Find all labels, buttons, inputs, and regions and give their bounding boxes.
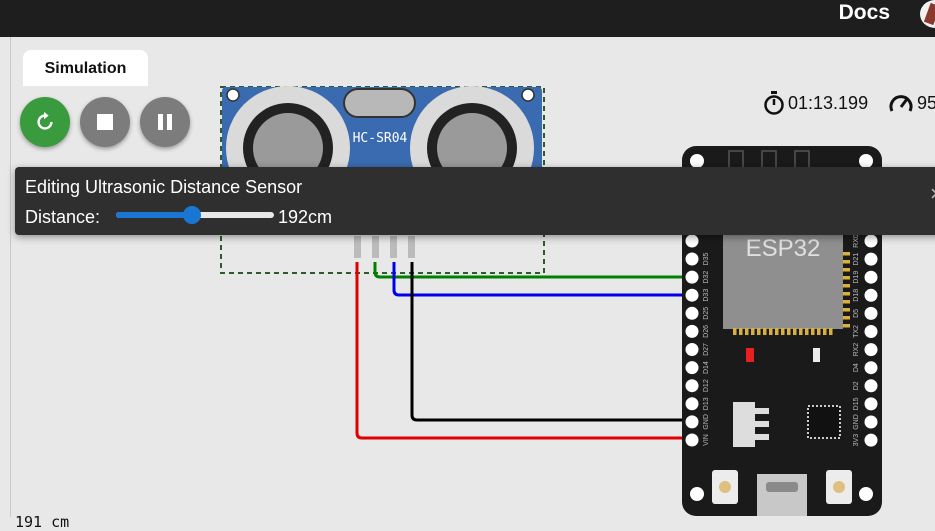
chip-pad — [843, 316, 850, 320]
speedometer-icon — [889, 95, 913, 112]
chip-pad — [823, 328, 827, 335]
board-pin[interactable] — [685, 252, 699, 266]
pin-label: D26 — [703, 325, 710, 338]
pin-label: D19 — [853, 271, 860, 284]
pin-label: D25 — [703, 307, 710, 320]
pin-label: D12 — [703, 379, 710, 392]
board-pin[interactable] — [864, 397, 878, 411]
chip-pad — [843, 324, 850, 328]
simulation-timer: 01:13.199 — [763, 90, 868, 116]
pin-label: D32 — [703, 271, 710, 284]
board-pin[interactable] — [864, 433, 878, 447]
chip-pad — [793, 328, 797, 335]
esp32-label: ESP32 — [746, 235, 821, 262]
pin-label: D14 — [703, 361, 710, 374]
pin-label: TX2 — [853, 325, 860, 338]
board-pin[interactable] — [864, 343, 878, 357]
chip-pad — [843, 260, 850, 264]
board-pin[interactable] — [685, 234, 699, 248]
board-pin[interactable] — [685, 306, 699, 320]
board-pin[interactable] — [864, 252, 878, 266]
board-pin[interactable] — [685, 270, 699, 284]
board-pin[interactable] — [864, 415, 878, 429]
chip-pad — [775, 328, 779, 335]
pin-label: GND — [853, 414, 860, 430]
board-pin[interactable] — [864, 361, 878, 375]
pause-icon — [158, 114, 172, 130]
board-pin[interactable] — [864, 379, 878, 393]
distance-label: Distance: — [25, 207, 101, 227]
wires — [355, 262, 692, 440]
distance-slider-fill — [116, 212, 192, 218]
sensor-model-label: HC-SR04 — [353, 131, 408, 146]
sensor-edit-popup: Editing Ultrasonic Distance Sensor Dista… — [15, 167, 935, 235]
simulation-canvas: HC-SR04 ESP32 D35 D32 D33 D25 D26 D27 D14 D12 D1… — [220, 86, 882, 516]
board-pin[interactable] — [864, 270, 878, 284]
board-pin[interactable] — [864, 288, 878, 302]
chip-pad — [843, 300, 850, 304]
board-pin[interactable] — [685, 379, 699, 393]
pin-label: 3V3 — [853, 434, 860, 447]
chip-pad — [843, 292, 850, 296]
board-pin[interactable] — [685, 288, 699, 302]
chip-pad — [843, 252, 850, 256]
pause-button[interactable] — [140, 97, 190, 147]
pin-label: D4 — [853, 363, 860, 372]
chip-pad — [843, 308, 850, 312]
board-pin[interactable] — [685, 343, 699, 356]
board-pin[interactable] — [685, 361, 699, 375]
chip-pad — [763, 328, 767, 335]
pin-label: D33 — [703, 289, 710, 302]
stop-icon — [97, 114, 113, 130]
pin-label: D18 — [853, 289, 860, 302]
elapsed-time: 01:13.199 — [788, 92, 869, 113]
chip-pad — [787, 328, 791, 335]
chip-pad — [843, 284, 850, 288]
serial-monitor-output: 191 cm — [15, 513, 70, 531]
simulation-speed: 95 — [888, 90, 935, 116]
pin-label: D2 — [853, 381, 860, 390]
chip-pad — [811, 328, 815, 335]
board-pin[interactable] — [685, 397, 699, 411]
pin-label: D21 — [853, 253, 860, 266]
chip-pad — [739, 328, 743, 335]
pin-label: D5 — [853, 309, 860, 318]
pin-label: VIN — [703, 434, 710, 446]
chip-pad — [843, 276, 850, 280]
chip-pad — [745, 328, 749, 335]
chip-pad — [781, 328, 785, 335]
chip-pad — [843, 268, 850, 272]
pin-label: RX0 — [853, 234, 860, 248]
pin-label: D27 — [703, 343, 710, 356]
chip-pad — [751, 328, 755, 335]
chip-pad — [733, 328, 737, 335]
close-icon[interactable]: × — [930, 181, 935, 207]
pin-label: D13 — [703, 397, 710, 410]
distance-slider-thumb[interactable] — [182, 206, 201, 224]
speed-value: 95 — [917, 92, 935, 113]
chip-pad — [829, 328, 833, 335]
popup-title: Editing Ultrasonic Distance Sensor — [25, 177, 303, 197]
board-pin[interactable] — [864, 306, 878, 320]
chip-pad — [799, 328, 803, 335]
chip-pad — [769, 328, 773, 335]
restart-icon — [37, 111, 53, 130]
stopwatch-icon — [764, 91, 784, 115]
restart-button[interactable] — [20, 97, 70, 147]
pin-label: GND — [703, 414, 710, 430]
chip-pad — [805, 328, 809, 335]
chip-pad — [757, 328, 761, 335]
stop-button[interactable] — [80, 97, 130, 147]
distance-value: 192cm — [278, 207, 333, 227]
board-pin[interactable] — [685, 324, 699, 338]
pin-label: RX2 — [853, 343, 860, 357]
chip-pad — [817, 328, 821, 335]
board-pin[interactable] — [864, 325, 878, 338]
board-pin[interactable] — [864, 234, 878, 248]
pin-label: D35 — [703, 252, 710, 265]
board-pin[interactable] — [685, 415, 699, 429]
pin-label: D15 — [853, 397, 860, 410]
board-pin[interactable] — [685, 433, 699, 447]
